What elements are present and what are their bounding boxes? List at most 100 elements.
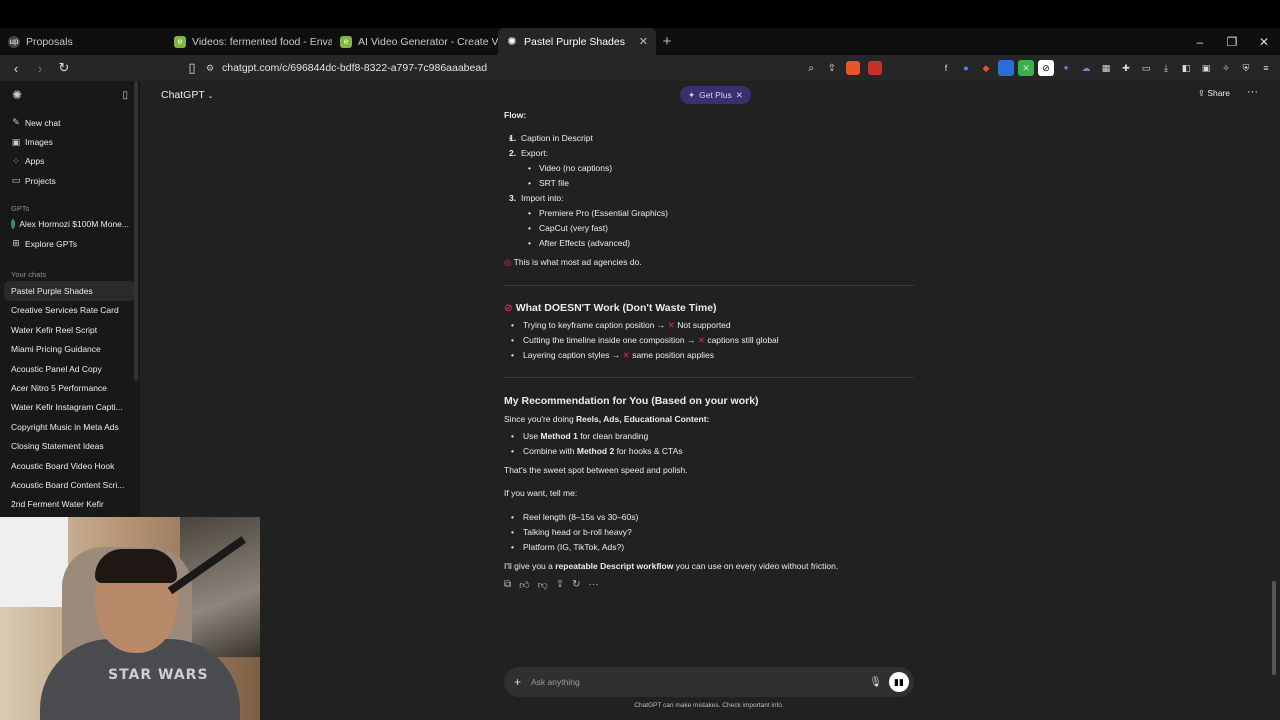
close-window-icon[interactable]: ✕ — [1248, 35, 1280, 49]
leo-ai-icon[interactable]: ✧ — [1218, 60, 1234, 76]
back-icon[interactable]: ‹ — [6, 58, 26, 78]
address-bar[interactable]: ⚙ chatgpt.com/c/696844dc-bdf8-8322-a797-… — [200, 58, 890, 78]
bookmark-icon[interactable]: ▯ — [182, 58, 202, 78]
sidebar-item-explore-gpts[interactable]: ⊞ Explore GPTs — [0, 234, 140, 253]
item-pre: Combine with — [523, 446, 575, 456]
model-selector[interactable]: ChatGPT ⌄ — [161, 89, 213, 101]
microphone-icon[interactable]: 🎙︎ — [869, 677, 882, 688]
agency-note: ◎ This is what most ad agencies do. — [504, 257, 642, 267]
thumbs-down-icon[interactable]: 👎︎ — [538, 579, 548, 591]
chat-item[interactable]: Acer Nitro 5 Performance — [0, 378, 140, 397]
chat-item[interactable]: Closing Statement Ideas — [0, 436, 140, 455]
reload-icon[interactable]: ↻ — [54, 58, 74, 78]
chat-composer[interactable]: + Ask anything 🎙︎ ▮▮ — [504, 667, 914, 697]
white-extension-icon[interactable]: ⊘ — [1038, 60, 1054, 76]
cloud-extension-icon[interactable]: ☁ — [1078, 60, 1094, 76]
new-tab-button[interactable]: + — [656, 31, 678, 53]
sidebar-item-label: Images — [25, 137, 53, 148]
chat-item[interactable]: Miami Pricing Guidance — [0, 340, 140, 359]
step-text: Export: — [521, 148, 548, 158]
puzzle-extensions-icon[interactable]: ✚ — [1118, 60, 1134, 76]
chat-item[interactable]: Acoustic Board Content Scri... — [0, 475, 140, 494]
screen-top-bar — [0, 0, 1280, 28]
wallet-icon[interactable]: ▣ — [1198, 60, 1214, 76]
main-scrollbar[interactable] — [1272, 581, 1276, 675]
menu-icon[interactable]: ≡ — [1258, 60, 1274, 76]
purple-extension-icon[interactable]: ✦ — [1058, 60, 1074, 76]
circle-extension-icon[interactable]: ● — [958, 60, 974, 76]
chat-header: ChatGPT ⌄ ✦ Get Plus ✕ ⇪ Share ··· — [140, 81, 1280, 109]
more-options-icon[interactable]: ··· — [1247, 86, 1258, 98]
split-view-icon[interactable]: ◧ — [1178, 60, 1194, 76]
model-label: ChatGPT — [161, 89, 205, 101]
sidebar-toggle-icon[interactable]: ▯ — [122, 90, 128, 101]
vpn-icon[interactable]: ⛨ — [1238, 60, 1254, 76]
sidebar-top: ✺ ▯ — [0, 81, 140, 109]
composer-input[interactable]: Ask anything — [531, 677, 580, 687]
green-extension-icon[interactable]: ✕ — [1018, 60, 1034, 76]
fox-extension-icon[interactable]: ◆ — [978, 60, 994, 76]
share-message-icon[interactable]: ⇪ — [556, 579, 564, 591]
closing-pre: I'll give you a — [504, 561, 553, 571]
site-settings-icon[interactable]: ⚙ — [206, 63, 214, 74]
chat-item[interactable]: Acoustic Board Video Hook — [0, 456, 140, 475]
sub-item-text: SRT file — [528, 178, 569, 188]
get-plus-button[interactable]: ✦ Get Plus ✕ — [680, 86, 751, 104]
more-actions-icon[interactable]: ··· — [589, 579, 599, 591]
sidebar-item-gpt-hormozi[interactable]: Alex Hormozi $100M Mone... — [0, 215, 140, 234]
question-text: Reel length (8–15s vs 30–60s) — [511, 512, 638, 522]
minimize-icon[interactable]: – — [1184, 35, 1216, 49]
item-post: Not supported — [677, 320, 731, 330]
close-icon[interactable]: ✕ — [736, 90, 743, 101]
list-item-text: Trying to keyframe caption position → ✕ … — [511, 320, 731, 330]
voice-mode-icon[interactable]: ▮▮ — [889, 672, 909, 692]
thumbs-up-icon[interactable]: 👍︎ — [519, 579, 529, 591]
tab-envato-videos[interactable]: e Videos: fermented food - Envato — [166, 28, 332, 55]
tab-envato-ai-video[interactable]: e AI Video Generator - Create Videos fr — [332, 28, 498, 55]
cross-icon: ✕ — [622, 350, 630, 360]
chat-item[interactable]: Water Kefir Instagram Capti... — [0, 398, 140, 417]
chat-item[interactable]: Water Kefir Reel Script — [0, 320, 140, 339]
blue-extension-icon[interactable] — [998, 60, 1014, 76]
brave-shields-icon[interactable] — [846, 61, 860, 75]
browser-nav-bar: ‹ › ↻ ▯ ⚙ chatgpt.com/c/696844dc-bdf8-83… — [0, 55, 1280, 81]
copy-icon[interactable]: ⧉ — [504, 579, 511, 591]
item-bold: Method 2 — [576, 446, 615, 456]
closing-text: I'll give you a repeatable Descript work… — [504, 561, 838, 571]
share-page-icon[interactable]: ⇪ — [828, 63, 836, 74]
chat-item[interactable]: Creative Services Rate Card — [0, 301, 140, 320]
font-extension-icon[interactable]: f — [938, 60, 954, 76]
sidebar-item-label: Alex Hormozi $100M Mone... — [19, 219, 129, 230]
sidebar-item-projects[interactable]: ▭ Projects — [0, 171, 140, 190]
forward-icon[interactable]: › — [30, 58, 50, 78]
sparkle-icon: ✦ — [688, 89, 696, 100]
attach-plus-icon[interactable]: + — [514, 675, 521, 689]
share-button[interactable]: ⇪ Share — [1198, 88, 1230, 99]
tab-pastel-purple-shades[interactable]: ✺ Pastel Purple Shades ✕ — [498, 28, 656, 55]
sub-item-text: Video (no captions) — [528, 163, 612, 173]
download-icon[interactable]: ⤓ — [1158, 60, 1174, 76]
grid-extension-icon[interactable]: ▦ — [1098, 60, 1114, 76]
openai-logo-icon[interactable]: ✺ — [12, 88, 22, 102]
brave-rewards-icon[interactable] — [868, 61, 882, 75]
chat-item[interactable]: Pastel Purple Shades — [4, 281, 136, 301]
sidebar-item-new-chat[interactable]: ✎ New chat — [0, 113, 140, 132]
sidebar-item-apps[interactable]: ⁘ Apps — [0, 152, 140, 171]
chat-item[interactable]: Copyright Music in Meta Ads — [0, 417, 140, 436]
sidebar-item-images[interactable]: ▣ Images — [0, 132, 140, 151]
sidebar-item-label: New chat — [25, 117, 61, 128]
sidebar-scrollbar[interactable] — [134, 81, 138, 381]
gpt-avatar — [11, 219, 16, 230]
target-icon: ◎ — [504, 257, 512, 267]
chat-item[interactable]: 2nd Ferment Water Kefir — [0, 495, 140, 514]
restore-icon[interactable]: ❐ — [1216, 35, 1248, 49]
your-chats-heading: Your chats — [11, 270, 47, 280]
sidebar-panel-icon[interactable]: ▭ — [1138, 60, 1154, 76]
regenerate-icon[interactable]: ↻ — [572, 579, 580, 591]
recommendation-heading: My Recommendation for You (Based on your… — [504, 395, 759, 407]
tab-proposals[interactable]: up Proposals — [0, 28, 166, 55]
divider — [504, 285, 914, 286]
search-icon[interactable]: ⌕ — [808, 63, 814, 74]
tab-close-icon[interactable]: ✕ — [639, 35, 648, 48]
chat-item[interactable]: Acoustic Panel Ad Copy — [0, 359, 140, 378]
